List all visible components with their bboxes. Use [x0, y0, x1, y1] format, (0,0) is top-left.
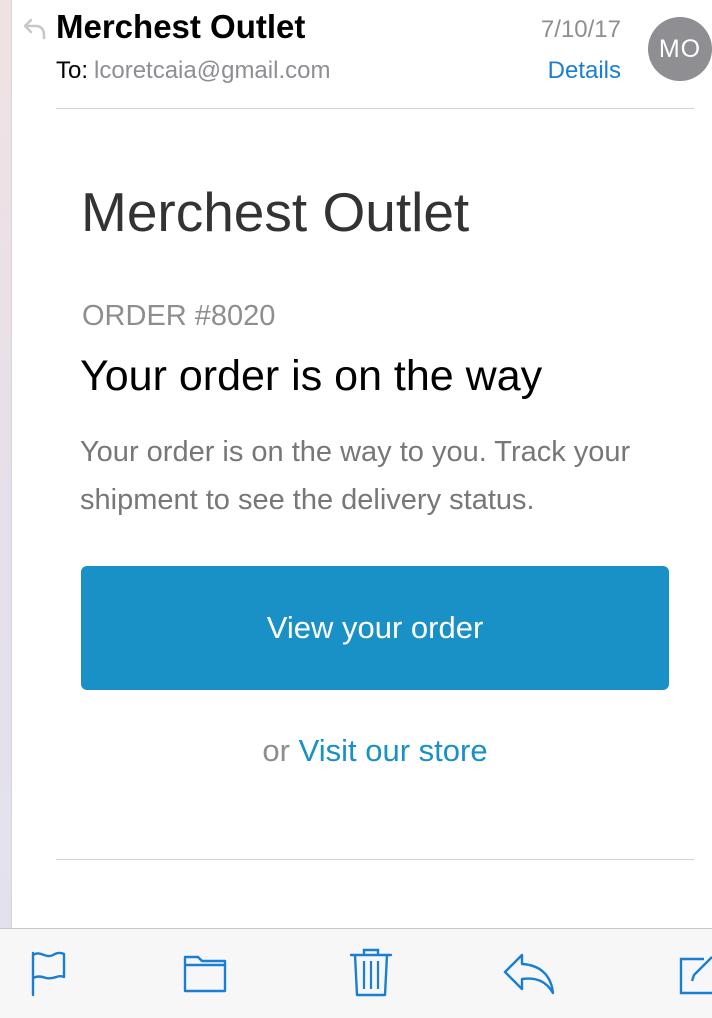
order-status-heading: Your order is on the way: [80, 352, 543, 400]
recipient-line: To: lcoretcaia@gmail.com: [56, 57, 330, 85]
move-to-folder-button[interactable]: [182, 947, 228, 999]
message-header: Merchest Outlet To: lcoretcaia@gmail.com …: [0, 0, 712, 110]
sender-avatar[interactable]: MO: [648, 17, 712, 81]
message-date: 7/10/17: [540, 16, 621, 43]
compose-icon: [679, 956, 712, 995]
footer-divider: [56, 859, 694, 860]
shop-name: Merchest Outlet: [81, 181, 470, 243]
or-text: or: [262, 733, 290, 768]
header-divider: [56, 108, 694, 109]
folder-icon: [183, 955, 227, 993]
replied-indicator-icon: [23, 18, 46, 40]
visit-store-link[interactable]: Visit our store: [299, 733, 488, 768]
compose-button[interactable]: [678, 947, 712, 999]
recipient-address[interactable]: lcoretcaia@gmail.com: [94, 57, 330, 84]
order-status-text: Your order is on the way to you. Track y…: [80, 436, 631, 516]
details-link[interactable]: Details: [548, 57, 621, 85]
sender-name: Merchest Outlet: [56, 8, 306, 45]
reply-button[interactable]: [502, 947, 556, 999]
bottom-toolbar: [0, 928, 712, 1018]
view-order-button[interactable]: View your order: [81, 566, 669, 690]
flag-button[interactable]: [28, 947, 68, 999]
reply-icon: [503, 953, 555, 995]
left-edge-strip: [0, 0, 12, 928]
flag-icon: [31, 951, 66, 997]
mail-screen: Merchest Outlet To: lcoretcaia@gmail.com …: [0, 0, 712, 1018]
trash-icon: [349, 948, 393, 997]
visit-store-line: or Visit our store: [0, 733, 712, 769]
trash-button[interactable]: [349, 947, 393, 999]
to-label: To:: [56, 57, 89, 84]
order-number: ORDER #8020: [82, 300, 276, 332]
